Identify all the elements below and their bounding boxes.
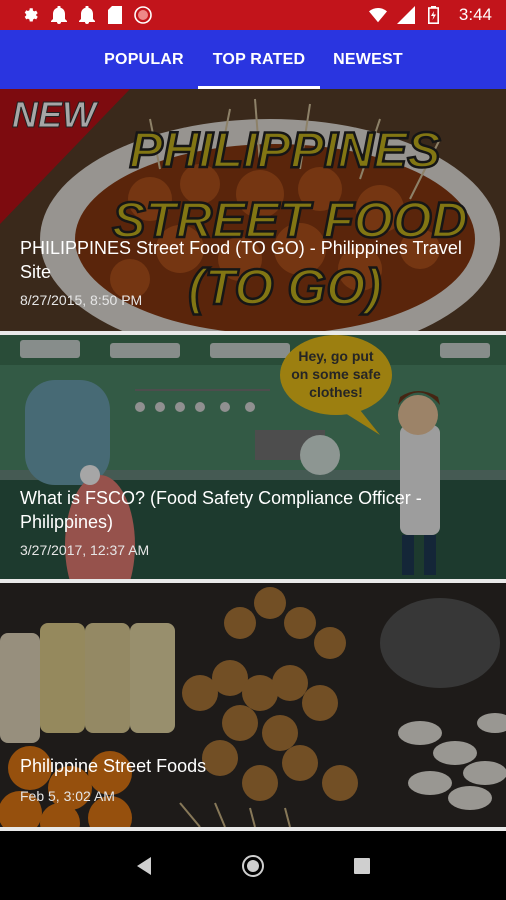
video-card[interactable]: NEW PHILIPPINES STREET FOOD (TO GO) PHIL… (0, 89, 506, 331)
signal-icon (396, 6, 415, 24)
video-card[interactable]: Philippine Street Foods Feb 5, 3:02 AM (0, 583, 506, 827)
video-date: Feb 5, 3:02 AM (20, 788, 115, 804)
status-right-icons: 3:44 (368, 5, 492, 25)
tab-bar: POPULAR TOP RATED NEWEST (0, 30, 506, 89)
video-list[interactable]: NEW PHILIPPINES STREET FOOD (TO GO) PHIL… (0, 89, 506, 831)
status-bar: 3:44 (0, 0, 506, 30)
video-title: Philippine Street Foods (20, 756, 207, 776)
bell-icon (78, 6, 96, 24)
video-card[interactable]: Hey, go put on some safe clothes! What i… (0, 335, 506, 579)
video-date: 3/27/2017, 12:37 AM (20, 542, 150, 558)
wifi-icon (368, 6, 387, 24)
video-title: What is FSCO? (Food Safety Compliance Of… (20, 488, 422, 532)
clock: 3:44 (458, 5, 492, 24)
tab-popular[interactable]: POPULAR (90, 30, 198, 89)
home-icon[interactable] (233, 846, 273, 886)
tab-newest[interactable]: NEWEST (320, 30, 416, 89)
bell-icon (50, 6, 68, 24)
battery-icon (425, 6, 443, 24)
record-icon (134, 6, 152, 24)
back-icon[interactable] (124, 846, 164, 886)
sd-card-icon (106, 6, 124, 24)
system-nav-bar (0, 831, 506, 900)
gear-icon (22, 6, 40, 24)
tab-top-rated[interactable]: TOP RATED (198, 30, 320, 89)
video-title: PHILIPPINES Street Food (TO GO) - Philip… (20, 238, 462, 282)
video-date: 8/27/2015, 8:50 PM (20, 292, 143, 308)
recents-icon[interactable] (342, 846, 382, 886)
status-left-icons (22, 6, 152, 24)
